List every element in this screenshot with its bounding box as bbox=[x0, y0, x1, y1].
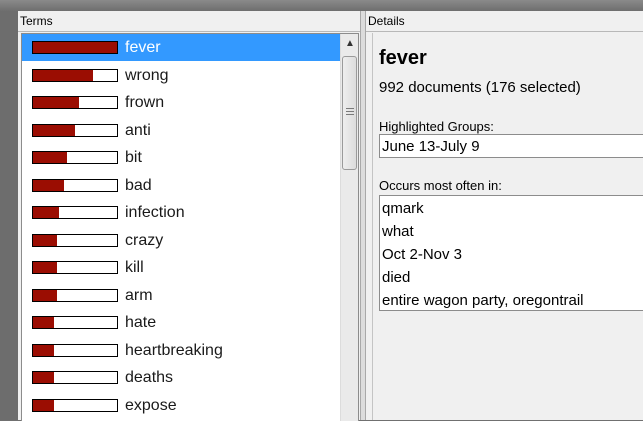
term-frequency-fill bbox=[33, 179, 65, 191]
thumb-grip-icon bbox=[346, 114, 354, 115]
term-row-kill[interactable]: kill bbox=[22, 254, 340, 281]
occurs-list-box[interactable]: qmark what Oct 2-Nov 3 died entire wagon… bbox=[379, 195, 643, 311]
term-frequency-bar bbox=[32, 233, 118, 247]
thumb-grip-icon bbox=[346, 108, 354, 109]
details-header: Details bbox=[366, 11, 643, 32]
terms-header: Terms bbox=[18, 11, 360, 32]
term-frequency-fill bbox=[33, 97, 80, 108]
term-frequency-fill bbox=[33, 69, 94, 81]
term-frequency-bar bbox=[32, 151, 118, 164]
term-row-hate[interactable]: hate bbox=[22, 309, 340, 336]
term-frequency-fill bbox=[33, 372, 54, 383]
details-content: fever 992 documents (176 selected) Highl… bbox=[372, 33, 643, 420]
occurs-item[interactable]: qmark bbox=[380, 197, 643, 220]
term-frequency-bar bbox=[32, 206, 118, 219]
term-row-fever[interactable]: fever bbox=[22, 34, 340, 61]
highlighted-group-item[interactable]: June 13-July 9 bbox=[380, 135, 643, 158]
occurs-item[interactable]: what bbox=[380, 220, 643, 243]
term-label: arm bbox=[125, 286, 153, 304]
term-frequency-bar bbox=[32, 68, 118, 82]
terms-panel: Terms fever wrong frown anti bit bad infection… bbox=[18, 11, 360, 421]
term-row-bad[interactable]: bad bbox=[22, 172, 340, 199]
occurs-label: Occurs most often in: bbox=[379, 178, 502, 193]
terms-scrollbar[interactable]: ▲ bbox=[340, 34, 358, 421]
term-label: kill bbox=[125, 259, 144, 276]
term-row-arm[interactable]: arm bbox=[22, 282, 340, 309]
term-frequency-bar bbox=[32, 261, 118, 274]
term-row-wrong[interactable]: wrong bbox=[22, 62, 340, 89]
term-label: anti bbox=[125, 121, 151, 139]
term-frequency-fill bbox=[33, 262, 57, 273]
term-label: bad bbox=[125, 176, 152, 194]
term-frequency-bar bbox=[32, 123, 118, 137]
term-row-deaths[interactable]: deaths bbox=[22, 364, 340, 391]
term-frequency-bar bbox=[32, 316, 118, 329]
terms-list: fever wrong frown anti bit bad infection crazy k… bbox=[22, 34, 340, 421]
occurs-item[interactable]: entire wagon party, oregontrail bbox=[380, 289, 643, 312]
window-top-strip bbox=[0, 0, 643, 11]
highlighted-groups-label: Highlighted Groups: bbox=[379, 119, 494, 134]
term-label: fever bbox=[125, 39, 161, 56]
term-frequency-bar bbox=[32, 288, 118, 302]
term-row-anti[interactable]: anti bbox=[22, 117, 340, 144]
term-row-crazy[interactable]: crazy bbox=[22, 227, 340, 254]
terms-list-box: fever wrong frown anti bit bad infection crazy k… bbox=[21, 33, 359, 421]
detail-term-title: fever bbox=[379, 47, 427, 69]
term-frequency-fill bbox=[33, 42, 117, 53]
thumb-grip-icon bbox=[346, 111, 354, 112]
term-label: bit bbox=[125, 149, 142, 166]
term-frequency-bar bbox=[32, 41, 118, 54]
term-frequency-bar bbox=[32, 178, 118, 192]
term-row-frown[interactable]: frown bbox=[22, 89, 340, 116]
term-frequency-bar bbox=[32, 398, 118, 412]
term-frequency-fill bbox=[33, 344, 54, 356]
term-frequency-fill bbox=[33, 207, 60, 218]
details-panel: Details fever 992 documents (176 selecte… bbox=[366, 11, 643, 420]
document-count: 992 documents (176 selected) bbox=[379, 79, 581, 96]
term-label: heartbreaking bbox=[125, 341, 223, 359]
window-left-edge bbox=[0, 11, 18, 420]
term-label: deaths bbox=[125, 369, 174, 386]
term-frequency-fill bbox=[33, 399, 54, 411]
highlighted-groups-box[interactable]: June 13-July 9 bbox=[379, 134, 643, 158]
occurs-item[interactable]: Oct 2-Nov 3 bbox=[380, 243, 643, 266]
term-label: expose bbox=[125, 396, 177, 414]
occurs-item[interactable]: died bbox=[380, 266, 643, 289]
term-label: frown bbox=[125, 94, 165, 111]
term-label: wrong bbox=[125, 66, 169, 84]
term-frequency-fill bbox=[33, 124, 75, 136]
term-frequency-fill bbox=[33, 289, 57, 301]
term-frequency-bar bbox=[32, 96, 118, 109]
scroll-thumb[interactable] bbox=[342, 56, 357, 170]
term-frequency-fill bbox=[33, 317, 54, 328]
term-row-heartbreaking[interactable]: heartbreaking bbox=[22, 337, 340, 364]
term-row-bit[interactable]: bit bbox=[22, 144, 340, 171]
term-frequency-bar bbox=[32, 343, 118, 357]
term-label: crazy bbox=[125, 231, 164, 249]
term-label: hate bbox=[125, 314, 157, 331]
scroll-up-arrow-icon[interactable]: ▲ bbox=[341, 34, 358, 54]
term-row-infection[interactable]: infection bbox=[22, 199, 340, 226]
term-label: infection bbox=[125, 204, 185, 221]
term-frequency-fill bbox=[33, 152, 67, 163]
term-frequency-bar bbox=[32, 371, 118, 384]
term-frequency-fill bbox=[33, 234, 58, 246]
term-row-expose[interactable]: expose bbox=[22, 392, 340, 419]
